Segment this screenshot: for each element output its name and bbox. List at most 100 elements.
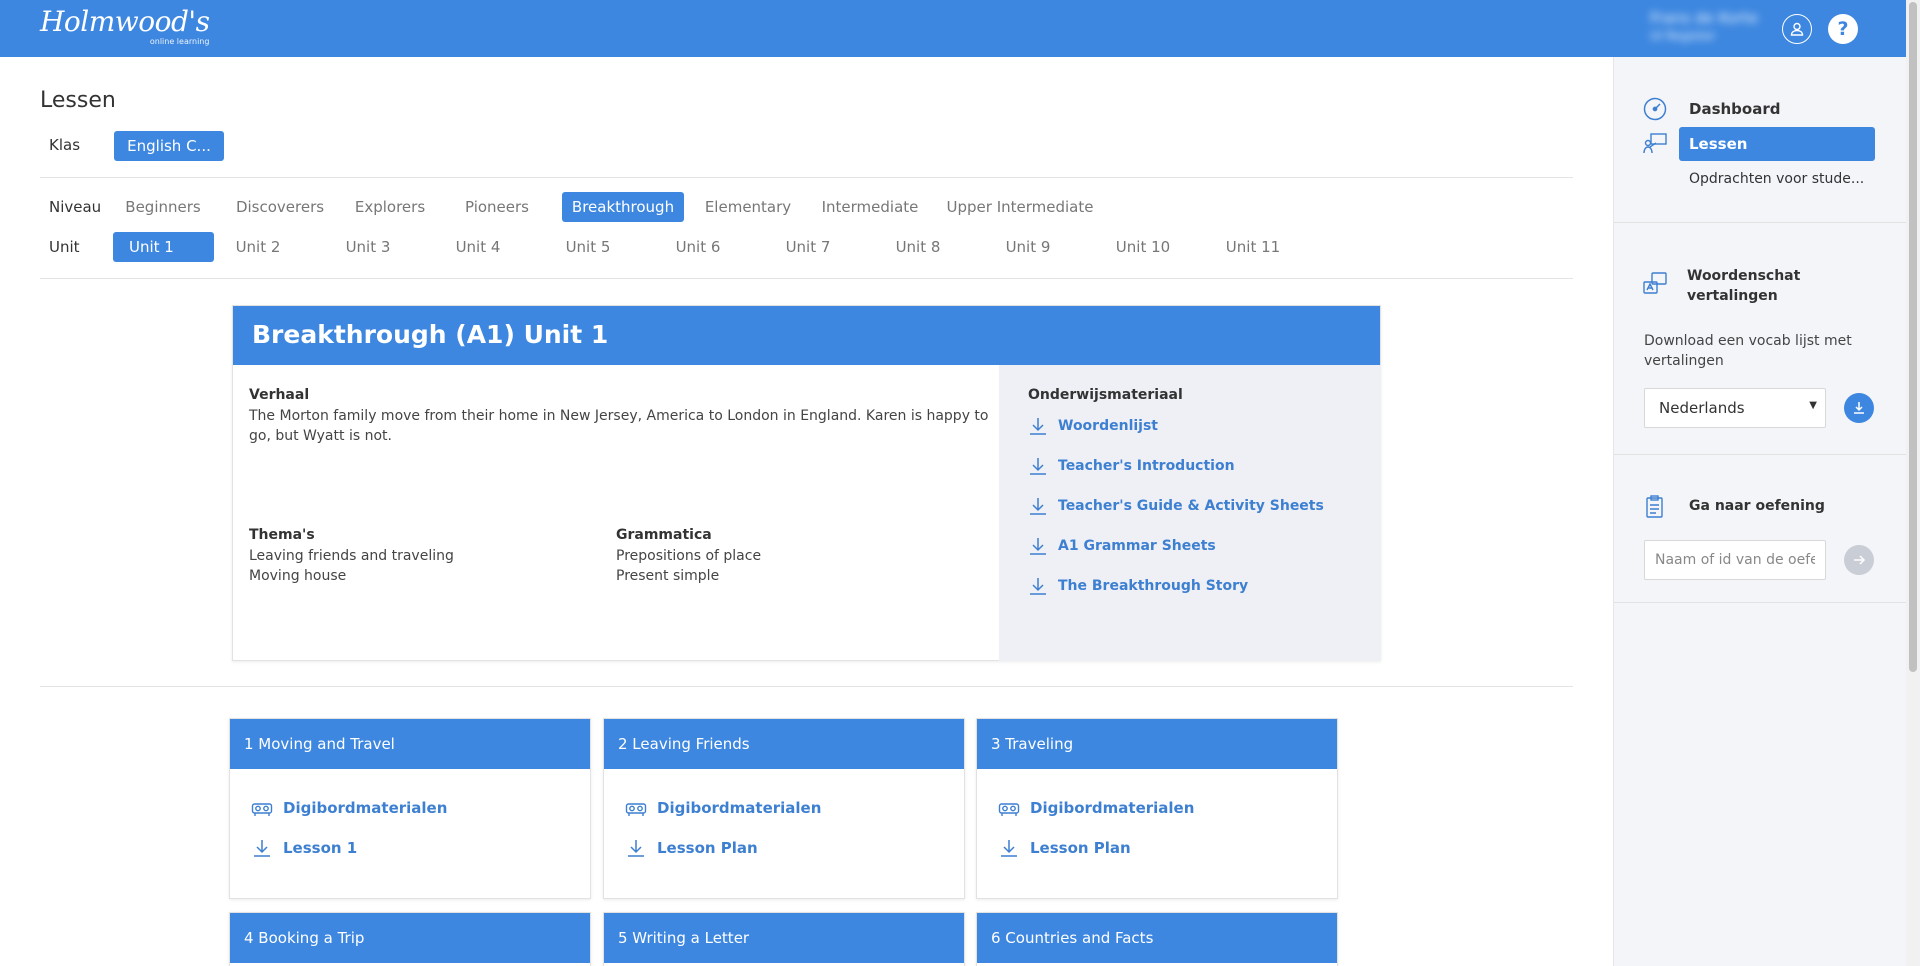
tab-niveau-upper-intermediate[interactable]: Upper Intermediate (946, 192, 1094, 222)
download-icon (628, 840, 644, 857)
tab-unit-4[interactable]: Unit 4 (448, 232, 508, 262)
vocab-download-button[interactable] (1844, 393, 1874, 423)
digibord-link[interactable]: Digibordmaterialen (251, 798, 447, 818)
user-role: UI Register (1650, 29, 1716, 43)
user-icon (1790, 22, 1804, 36)
tab-unit-11[interactable]: Unit 11 (1220, 232, 1286, 262)
help-icon: ? (1837, 18, 1849, 40)
logo-text: Holmwood's (40, 5, 210, 38)
themas-heading: Thema's (249, 527, 315, 543)
sidebar-item-lessen[interactable]: Lessen (1679, 127, 1875, 161)
caret-down-icon: ▼ (1809, 400, 1817, 411)
logo[interactable]: Holmwood's online learning (40, 5, 210, 47)
download-icon (254, 840, 270, 857)
tab-unit-10[interactable]: Unit 10 (1110, 232, 1176, 262)
user-account-button[interactable] (1782, 14, 1812, 44)
digibord-link[interactable]: Digibordmaterialen (625, 798, 821, 818)
tab-niveau-discoverers[interactable]: Discoverers (230, 192, 330, 222)
exercise-search-input[interactable] (1644, 540, 1826, 580)
scrollbar-thumb[interactable] (1909, 2, 1917, 672)
tab-niveau-explorers[interactable]: Explorers (348, 192, 432, 222)
grammatica-item: Prepositions of place (616, 548, 762, 564)
grammatica-item: Present simple (616, 568, 720, 584)
tab-unit-2[interactable]: Unit 2 (228, 232, 288, 262)
digibord-link-label: Digibordmaterialen (657, 799, 822, 817)
download-teachers-guide-link[interactable]: Teacher's Guide & Activity Sheets (1028, 496, 1324, 516)
material-label: The Breakthrough Story (1058, 578, 1249, 594)
tab-niveau-pioneers[interactable]: Pioneers (455, 192, 539, 222)
grammatica-heading: Grammatica (616, 527, 712, 543)
tab-niveau-breakthrough[interactable]: Breakthrough (562, 192, 684, 222)
lesson-card: 2 Leaving Friends Digibordmaterialen Les… (603, 718, 965, 899)
unit-summary-info: Verhaal The Morton family move from thei… (233, 365, 999, 661)
tab-unit-7[interactable]: Unit 7 (778, 232, 838, 262)
sidebar-item-opdrachten[interactable]: Opdrachten voor stude... (1689, 171, 1864, 187)
download-grammar-sheets-link[interactable]: A1 Grammar Sheets (1028, 536, 1216, 556)
material-label: Teacher's Introduction (1058, 458, 1235, 474)
unit-summary-card: Breakthrough (A1) Unit 1 Verhaal The Mor… (232, 305, 1381, 661)
language-select[interactable]: Nederlands ▼ (1644, 388, 1826, 428)
clipboard-icon (1646, 495, 1663, 518)
download-icon (1854, 402, 1864, 414)
go-exercise-button[interactable] (1844, 545, 1874, 575)
klas-select-button[interactable]: English C... (114, 131, 224, 161)
divider (1614, 454, 1907, 455)
sidebar-item-dashboard[interactable]: Dashboard (1689, 100, 1780, 118)
divider (1614, 222, 1907, 223)
thema-item: Moving house (249, 568, 347, 584)
tab-unit-9[interactable]: Unit 9 (998, 232, 1058, 262)
niveau-label: Niveau (49, 198, 102, 216)
user-info[interactable]: Frans de Korte UI Register (1650, 8, 1790, 44)
lesson-download-label: Lesson Plan (657, 839, 758, 857)
projector-icon (998, 803, 1020, 816)
lesson-card: 1 Moving and Travel Digibordmaterialen L… (229, 718, 591, 899)
lesson-download-link[interactable]: Lesson Plan (625, 838, 758, 858)
tab-niveau-elementary[interactable]: Elementary (702, 192, 794, 222)
user-name: Frans de Korte (1650, 9, 1759, 27)
exercise-title: Ga naar oefening (1689, 498, 1825, 514)
unit-summary-title: Breakthrough (A1) Unit 1 (233, 306, 1380, 365)
teaching-materials-panel: Onderwijsmateriaal Woordenlijst Teacher'… (999, 365, 1381, 661)
lesson-card: 4 Booking a Trip (229, 912, 591, 966)
lesson-card-title: 6 Countries and Facts (977, 913, 1337, 963)
download-breakthrough-story-link[interactable]: The Breakthrough Story (1028, 576, 1248, 596)
lesson-download-label: Lesson 1 (283, 839, 358, 857)
vocab-description-line-2: vertalingen (1644, 353, 1724, 369)
thema-item: Leaving friends and traveling (249, 548, 454, 564)
projector-icon (625, 803, 647, 816)
vocab-description-line-1: Download een vocab lijst met (1644, 333, 1852, 349)
gauge-icon (1643, 97, 1667, 121)
lesson-download-label: Lesson Plan (1030, 839, 1131, 857)
lesson-card-title: 4 Booking a Trip (230, 913, 590, 963)
download-teachers-introduction-link[interactable]: Teacher's Introduction (1028, 456, 1235, 476)
digibord-link-label: Digibordmaterialen (1030, 799, 1195, 817)
download-icon (1001, 840, 1017, 857)
lesson-card-title: 3 Traveling (977, 719, 1337, 769)
lesson-download-link[interactable]: Lesson Plan (998, 838, 1131, 858)
digibord-link-label: Digibordmaterialen (283, 799, 448, 817)
divider (40, 278, 1573, 279)
digibord-link[interactable]: Digibordmaterialen (998, 798, 1194, 818)
tab-niveau-intermediate[interactable]: Intermediate (820, 192, 920, 222)
tab-niveau-beginners[interactable]: Beginners (116, 192, 210, 222)
tab-unit-3[interactable]: Unit 3 (338, 232, 398, 262)
download-woordenlijst-link[interactable]: Woordenlijst (1028, 416, 1158, 436)
lesson-card-title: 1 Moving and Travel (230, 719, 590, 769)
tab-unit-5[interactable]: Unit 5 (558, 232, 618, 262)
vocab-title-line-1: Woordenschat (1687, 268, 1801, 284)
lesson-card: 6 Countries and Facts (976, 912, 1338, 966)
download-icon (1030, 538, 1046, 555)
download-icon (1030, 458, 1046, 475)
tab-unit-6[interactable]: Unit 6 (668, 232, 728, 262)
tab-unit-8[interactable]: Unit 8 (888, 232, 948, 262)
top-bar: Holmwood's online learning Frans de Kort… (0, 0, 1920, 57)
lesson-card-title: 5 Writing a Letter (604, 913, 964, 963)
materials-heading: Onderwijsmateriaal (1028, 387, 1183, 403)
arrow-right-icon (1854, 555, 1866, 565)
lesson-download-link[interactable]: Lesson 1 (251, 838, 357, 858)
tab-unit-1[interactable]: Unit 1 (113, 232, 214, 262)
divider (40, 177, 1573, 178)
projector-icon (251, 803, 273, 816)
help-button[interactable]: ? (1828, 14, 1858, 44)
klas-label: Klas (49, 136, 81, 154)
